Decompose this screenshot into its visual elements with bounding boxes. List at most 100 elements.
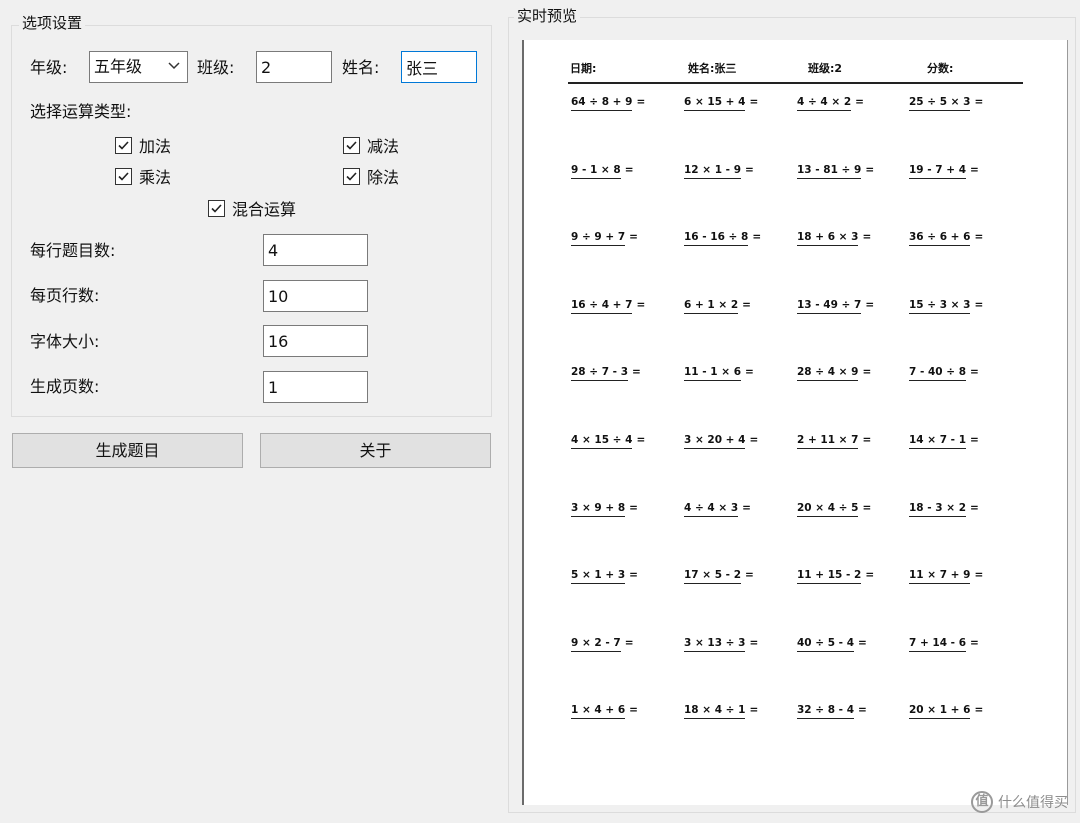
question-expression: 28 ÷ 7 - 3 — [571, 366, 629, 381]
class-input[interactable] — [256, 51, 332, 83]
question-expression: 6 × 15 + 4 — [684, 96, 746, 111]
question-item: 1 × 4 + 6 = — [571, 704, 638, 719]
question-expression: 9 - 1 × 8 — [571, 164, 621, 179]
rows-per-page-input[interactable] — [263, 280, 368, 312]
question-expression: 5 × 1 + 3 — [571, 569, 626, 584]
grade-select[interactable]: 五年级 — [89, 51, 188, 83]
preview-sheet[interactable]: 日期: 姓名:张三 班级:2 分数: 64 ÷ 8 + 9 = 6 × 15 + 4… — [522, 40, 1068, 805]
rows-per-page-label: 每页行数: — [30, 286, 100, 305]
question-item: 4 ÷ 4 × 2 = — [797, 96, 864, 111]
question-expression: 15 ÷ 3 × 3 — [909, 299, 971, 314]
question-expression: 7 + 14 - 6 — [909, 637, 967, 652]
question-equals: = — [629, 231, 638, 243]
question-item: 11 × 7 + 9 = — [909, 569, 983, 584]
question-equals: = — [865, 164, 875, 176]
question-item: 5 × 1 + 3 = — [571, 569, 638, 584]
options-group — [11, 25, 492, 417]
sheet-name-label: 姓名:张三 — [688, 62, 737, 75]
question-expression: 16 ÷ 4 + 7 — [571, 299, 633, 314]
class-label: 班级: — [197, 58, 235, 77]
question-equals: = — [749, 637, 759, 649]
question-item: 36 ÷ 6 + 6 = — [909, 231, 983, 246]
question-item: 28 ÷ 7 - 3 = — [571, 366, 641, 381]
pages-label: 生成页数: — [30, 377, 100, 396]
mixed-checkbox[interactable]: 混合运算 — [208, 196, 296, 220]
question-expression: 13 - 81 ÷ 9 — [797, 164, 862, 179]
question-expression: 4 ÷ 4 × 3 — [684, 502, 739, 517]
question-item: 20 × 1 + 6 = — [909, 704, 983, 719]
question-equals: = — [974, 704, 984, 716]
pages-input[interactable] — [263, 371, 368, 403]
question-equals: = — [624, 164, 634, 176]
question-expression: 9 × 2 - 7 — [571, 637, 621, 652]
question-item: 7 - 40 ÷ 8 = — [909, 366, 979, 381]
grade-label: 年级: — [30, 58, 68, 77]
question-expression: 3 × 9 + 8 — [571, 502, 626, 517]
mixed-checkbox-label: 混合运算 — [232, 200, 297, 219]
preview-group-title: 实时预览 — [514, 7, 581, 25]
question-equals: = — [632, 366, 641, 378]
question-item: 9 × 2 - 7 = — [571, 637, 634, 652]
question-expression: 19 - 7 + 4 — [909, 164, 967, 179]
question-equals: = — [858, 637, 867, 649]
question-equals: = — [862, 434, 872, 446]
question-item: 13 - 49 ÷ 7 = — [797, 299, 874, 314]
question-expression: 4 × 15 ÷ 4 — [571, 434, 633, 449]
checkmark-icon — [346, 140, 357, 150]
question-expression: 18 × 4 ÷ 1 — [684, 704, 746, 719]
question-item: 7 + 14 - 6 = — [909, 637, 979, 652]
add-checkbox-label: 加法 — [139, 137, 172, 156]
question-equals: = — [745, 164, 754, 176]
question-item: 4 × 15 ÷ 4 = — [571, 434, 645, 449]
question-equals: = — [862, 502, 872, 514]
question-equals: = — [636, 434, 646, 446]
question-equals: = — [624, 637, 634, 649]
question-item: 4 ÷ 4 × 3 = — [684, 502, 751, 517]
question-item: 13 - 81 ÷ 9 = — [797, 164, 874, 179]
question-expression: 18 - 3 × 2 — [909, 502, 967, 517]
question-expression: 32 ÷ 8 - 4 — [797, 704, 855, 719]
question-item: 11 - 1 × 6 = — [684, 366, 754, 381]
per-row-input[interactable] — [263, 234, 368, 266]
question-item: 6 + 1 × 2 = — [684, 299, 751, 314]
divide-checkbox[interactable]: 除法 — [343, 164, 399, 188]
question-expression: 6 + 1 × 2 — [684, 299, 739, 314]
question-item: 28 ÷ 4 × 9 = — [797, 366, 871, 381]
chevron-down-icon — [168, 62, 180, 70]
font-size-input[interactable] — [263, 325, 368, 357]
watermark-text: 什么值得买 — [998, 795, 1068, 811]
question-equals: = — [742, 299, 751, 311]
question-equals: = — [862, 231, 872, 243]
sheet-header-divider — [568, 82, 1023, 84]
generate-button[interactable]: 生成题目 — [12, 433, 243, 468]
question-expression: 36 ÷ 6 + 6 — [909, 231, 971, 246]
question-item: 25 ÷ 5 × 3 = — [909, 96, 983, 111]
per-row-label: 每行题目数: — [30, 241, 116, 260]
question-item: 3 × 9 + 8 = — [571, 502, 638, 517]
checkmark-icon — [211, 203, 222, 213]
sheet-score-label: 分数: — [927, 62, 954, 75]
question-item: 20 × 4 ÷ 5 = — [797, 502, 871, 517]
question-equals: = — [865, 569, 875, 581]
question-item: 14 × 7 - 1 = — [909, 434, 979, 449]
question-item: 32 ÷ 8 - 4 = — [797, 704, 867, 719]
question-equals: = — [749, 434, 759, 446]
about-button[interactable]: 关于 — [260, 433, 491, 468]
font-size-label: 字体大小: — [30, 332, 100, 351]
question-expression: 11 + 15 - 2 — [797, 569, 862, 584]
question-equals: = — [970, 164, 979, 176]
question-expression: 11 × 7 + 9 — [909, 569, 971, 584]
question-expression: 2 + 11 × 7 — [797, 434, 859, 449]
question-equals: = — [745, 366, 754, 378]
question-equals: = — [865, 299, 875, 311]
subtract-checkbox[interactable]: 减法 — [343, 133, 399, 157]
add-checkbox[interactable]: 加法 — [115, 133, 171, 157]
question-expression: 20 × 1 + 6 — [909, 704, 971, 719]
name-input[interactable] — [401, 51, 477, 83]
question-expression: 3 × 20 + 4 — [684, 434, 746, 449]
multiply-checkbox[interactable]: 乘法 — [115, 164, 171, 188]
question-equals: = — [636, 299, 646, 311]
question-expression: 40 ÷ 5 - 4 — [797, 637, 855, 652]
question-expression: 12 × 1 - 9 — [684, 164, 742, 179]
question-item: 9 ÷ 9 + 7 = — [571, 231, 638, 246]
